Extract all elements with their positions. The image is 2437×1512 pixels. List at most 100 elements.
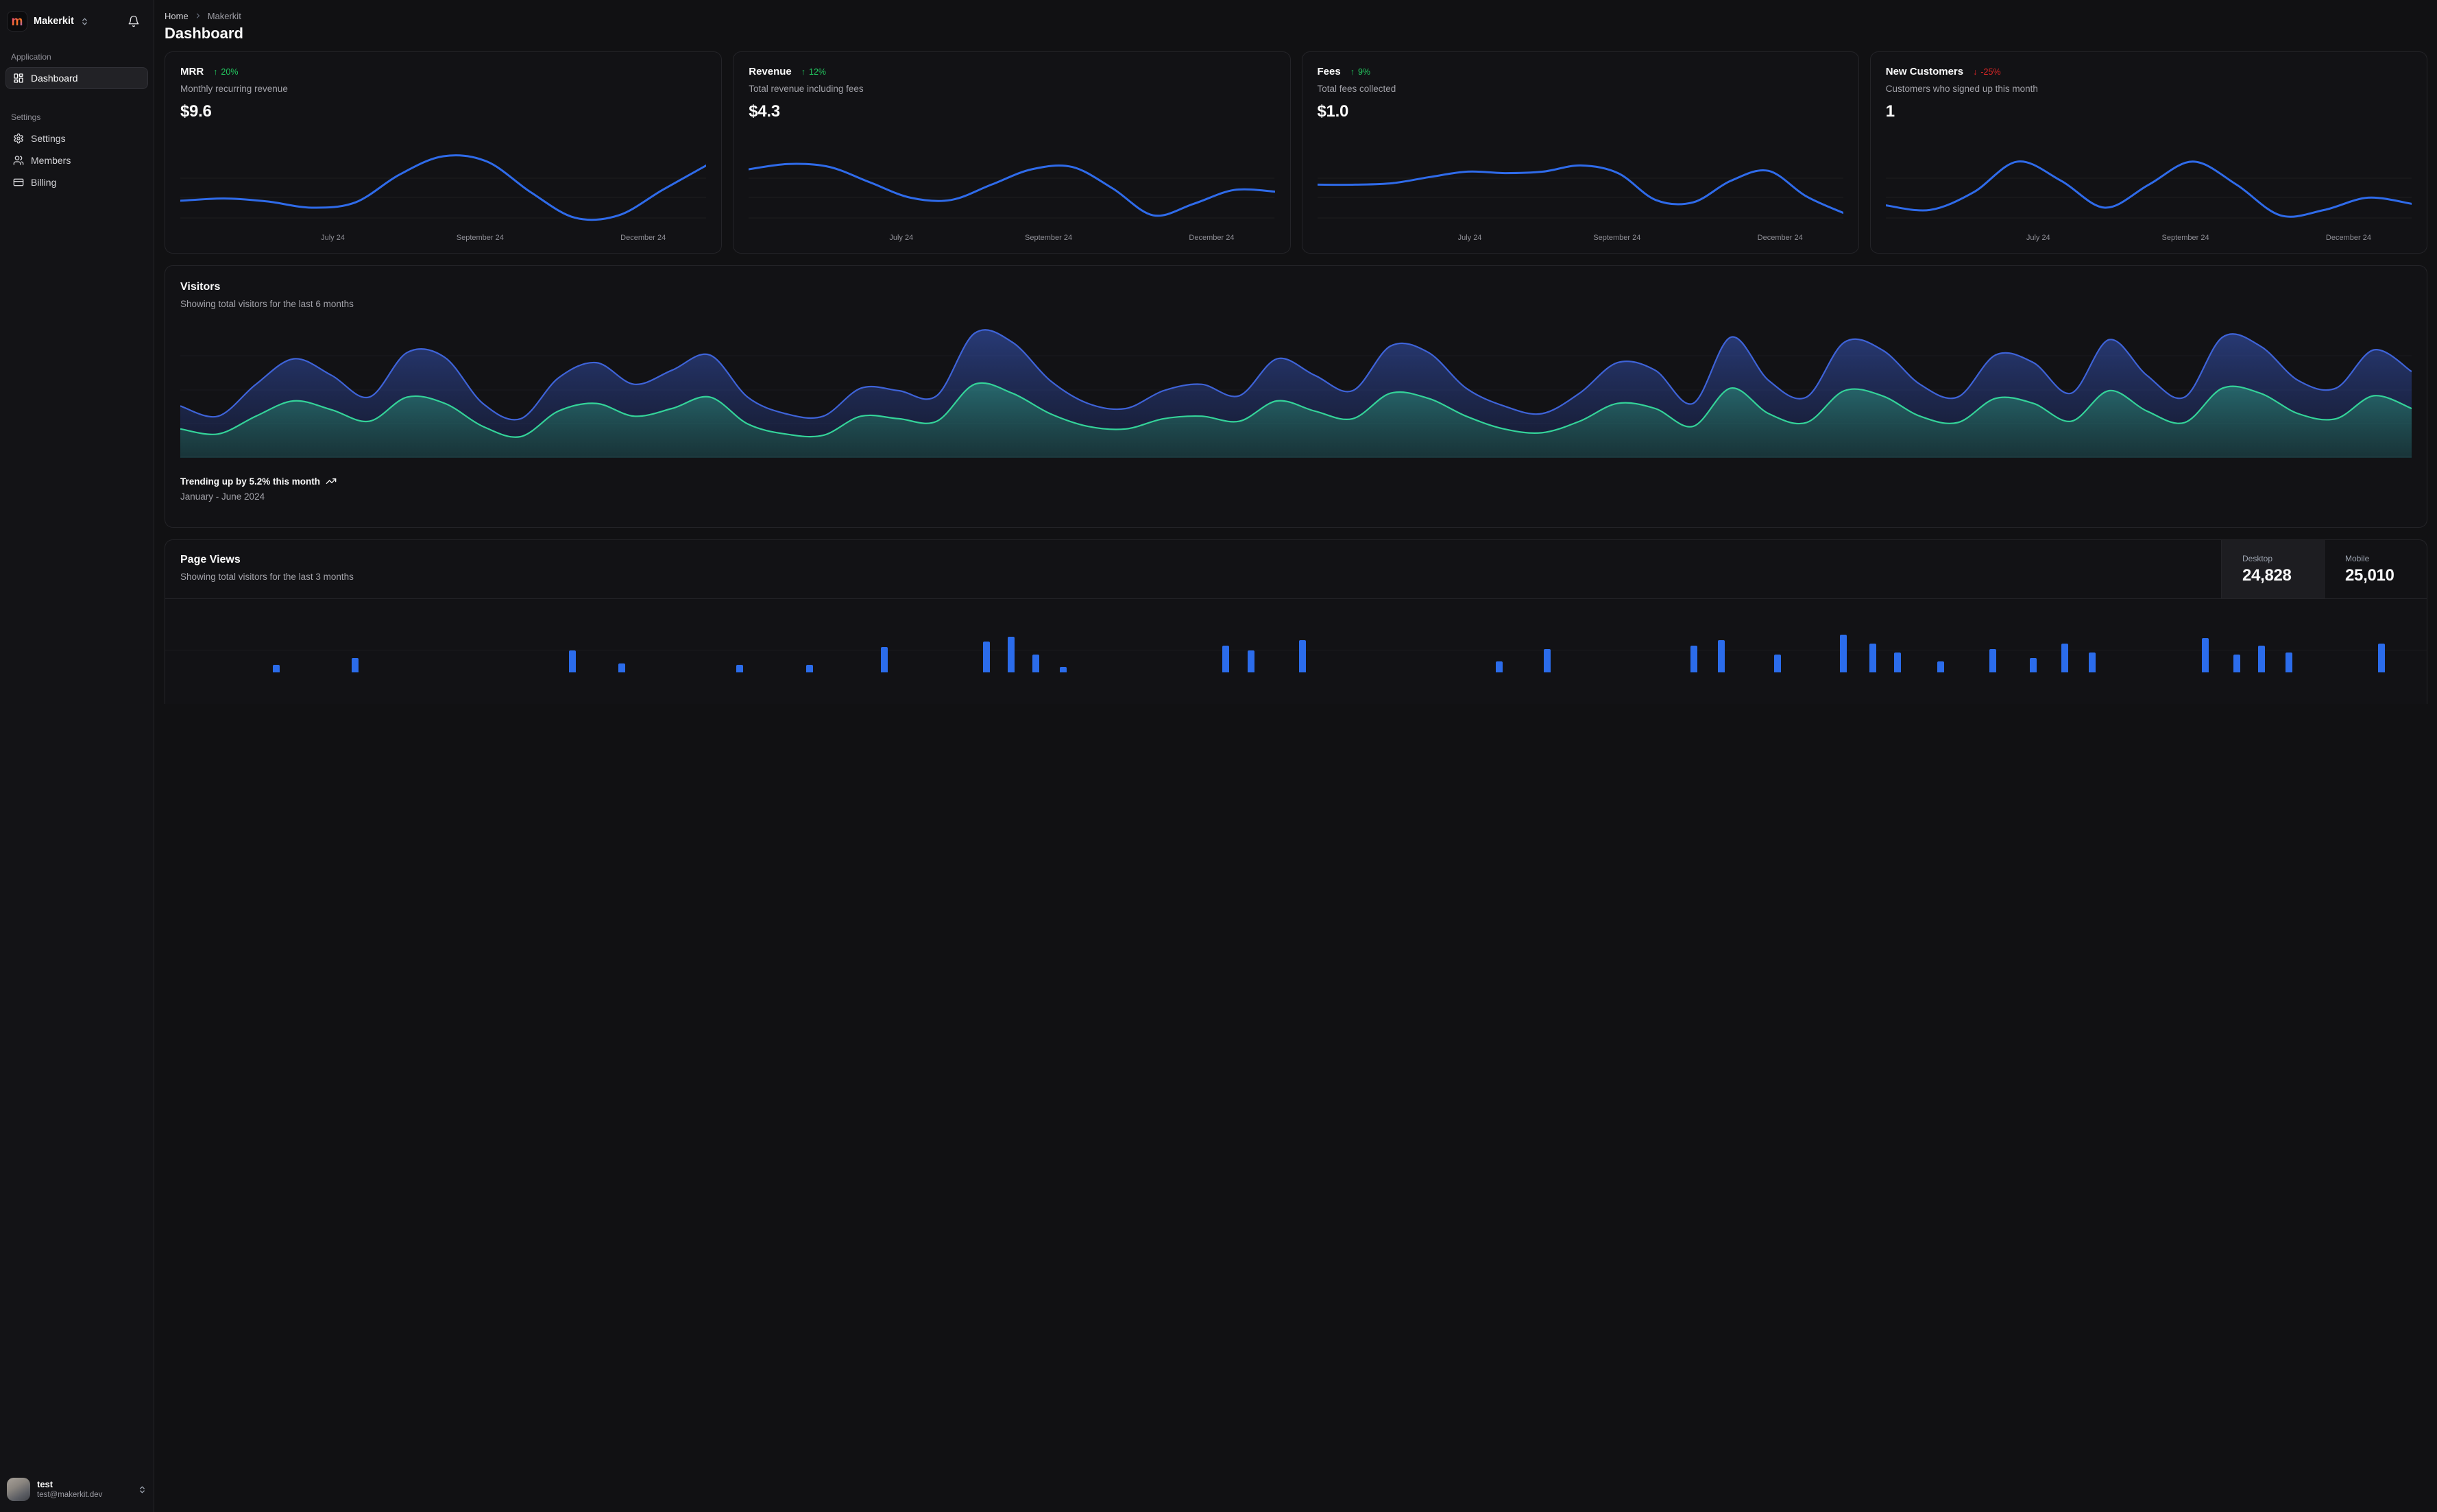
breadcrumb-home-link[interactable]: Home	[165, 11, 189, 21]
page-views-title: Page Views	[180, 554, 241, 566]
arrow-up-icon: ↑	[213, 66, 218, 77]
stat-card-new-customers: New Customers ↓ -25% Customers who signe…	[1869, 51, 2427, 254]
page-title: Dashboard	[165, 25, 243, 42]
toggle-value: 24,828	[2242, 565, 2292, 585]
sidebar-section-application: Application	[11, 52, 51, 62]
x-tick-label: July 24	[2026, 234, 2050, 243]
main-content: Home Makerkit Dashboard MRR ↑ 20% Monthl…	[154, 0, 2437, 1512]
sidebar-item-dashboard[interactable]: Dashboard	[5, 67, 148, 89]
x-tick-label: December 24	[2325, 234, 2371, 243]
arrow-down-icon: ↓	[1973, 66, 1978, 77]
stat-value: $4.3	[749, 102, 780, 121]
sidebar-item-members[interactable]: Members	[5, 149, 148, 171]
page-views-bar	[1007, 637, 1015, 673]
page-views-bar	[806, 665, 814, 673]
page-views-bar	[1839, 635, 1847, 673]
stat-title: New Customers	[1885, 66, 1964, 78]
page-views-subtitle: Showing total visitors for the last 3 mo…	[180, 572, 354, 583]
page-views-bar	[2233, 655, 2240, 673]
toggle-value: 25,010	[2345, 565, 2394, 585]
x-tick-label: September 24	[1593, 234, 1641, 243]
sidebar-section-settings: Settings	[11, 112, 41, 122]
user-email: test@makerkit.dev	[37, 1491, 103, 1500]
sidebar-item-label: Billing	[31, 177, 57, 188]
stat-subtitle: Total fees collected	[1317, 84, 1396, 95]
stat-card-mrr: MRR ↑ 20% Monthly recurring revenue $9.6…	[165, 51, 723, 254]
page-views-bar	[1543, 649, 1551, 673]
x-tick-label: July 24	[1457, 234, 1482, 243]
page-views-bar	[1937, 661, 1944, 673]
sparkline-chart: July 24 September 24 December 24	[749, 143, 1274, 245]
user-menu[interactable]: test test@makerkit.dev	[5, 1475, 148, 1504]
breadcrumb-current: Makerkit	[207, 10, 241, 21]
toggle-mobile[interactable]: Mobile 25,010	[2324, 540, 2427, 599]
page-views-bar-chart	[165, 599, 2427, 673]
page-views-bar	[2285, 653, 2292, 673]
stat-title: MRR	[180, 66, 204, 78]
page-views-bar	[1869, 644, 1876, 673]
trend-badge: ↑ 9%	[1350, 67, 1370, 77]
page-views-bar	[1299, 640, 1307, 673]
sidebar-item-settings[interactable]: Settings	[5, 127, 148, 149]
workspace-switcher[interactable]: m Makerkit	[5, 7, 148, 36]
page-views-bar	[568, 650, 576, 673]
stat-subtitle: Monthly recurring revenue	[180, 84, 288, 95]
sidebar: m Makerkit Application Dashboard Setting…	[0, 0, 154, 1512]
page-views-bar	[2088, 653, 2096, 673]
sparkline-x-axis: July 24 September 24 December 24	[1886, 234, 2412, 245]
credit-card-icon	[13, 178, 24, 186]
trend-badge: ↑ 12%	[801, 67, 826, 77]
page-views-bar	[2061, 644, 2069, 673]
trend-value: 9%	[1357, 66, 1371, 77]
visitors-area-chart	[180, 324, 2412, 459]
page-views-card: Page Views Showing total visitors for th…	[165, 539, 2427, 705]
page-views-bar	[1222, 646, 1230, 673]
x-tick-label: December 24	[620, 234, 666, 243]
sidebar-item-label: Settings	[31, 133, 66, 144]
page-views-bar	[272, 665, 280, 673]
visitors-subtitle: Showing total visitors for the last 6 mo…	[180, 299, 354, 310]
x-tick-label: September 24	[456, 234, 504, 243]
sidebar-item-billing[interactable]: Billing	[5, 171, 148, 193]
page-views-bar	[1774, 655, 1782, 673]
sparkline-chart: July 24 September 24 December 24	[1318, 143, 1843, 245]
sidebar-item-label: Dashboard	[31, 73, 78, 84]
toggle-label: Mobile	[2345, 553, 2370, 563]
visitors-trend-text: Trending up by 5.2% this month	[180, 476, 321, 487]
layout-dashboard-icon	[14, 73, 23, 83]
page-views-bar	[1894, 653, 1902, 673]
page-views-bar	[1717, 640, 1725, 673]
stat-value: $9.6	[180, 102, 212, 121]
trend-value: -25%	[1980, 66, 2001, 77]
visitors-date-range: January - June 2024	[180, 491, 265, 502]
stat-title: Fees	[1317, 66, 1341, 78]
trend-value: 12%	[809, 66, 827, 77]
chevrons-up-down-icon	[80, 17, 89, 26]
page-views-bar	[1032, 655, 1040, 673]
user-avatar	[7, 1478, 30, 1501]
stat-card-revenue: Revenue ↑ 12% Total revenue including fe…	[733, 51, 1291, 254]
toggle-label: Desktop	[2242, 553, 2273, 563]
gear-icon	[14, 133, 23, 144]
stat-subtitle: Customers who signed up this month	[1885, 84, 2038, 95]
page-views-bar	[881, 647, 888, 673]
user-name: test	[37, 1478, 53, 1489]
logo-letter: m	[11, 14, 23, 29]
page-views-bar	[736, 665, 743, 673]
visitors-footer: Trending up by 5.2% this month January -…	[180, 476, 2412, 502]
arrow-up-icon: ↑	[1350, 66, 1355, 77]
trending-up-icon	[326, 478, 337, 485]
visitors-card: Visitors Showing total visitors for the …	[165, 265, 2427, 528]
page-views-bar	[352, 658, 359, 673]
sidebar-item-label: Members	[31, 155, 71, 166]
breadcrumb: Home Makerkit	[165, 10, 2427, 22]
sparkline-chart: July 24 September 24 December 24	[1886, 143, 2412, 245]
toggle-desktop[interactable]: Desktop 24,828	[2221, 540, 2324, 599]
sparkline-chart: July 24 September 24 December 24	[180, 143, 706, 245]
stat-title: Revenue	[749, 66, 792, 78]
stat-card-fees: Fees ↑ 9% Total fees collected $1.0 July…	[1301, 51, 1859, 254]
trend-value: 20%	[221, 66, 239, 77]
notifications-button[interactable]	[128, 15, 140, 27]
page-views-bar	[2201, 638, 2209, 673]
x-tick-label: December 24	[1757, 234, 1803, 243]
